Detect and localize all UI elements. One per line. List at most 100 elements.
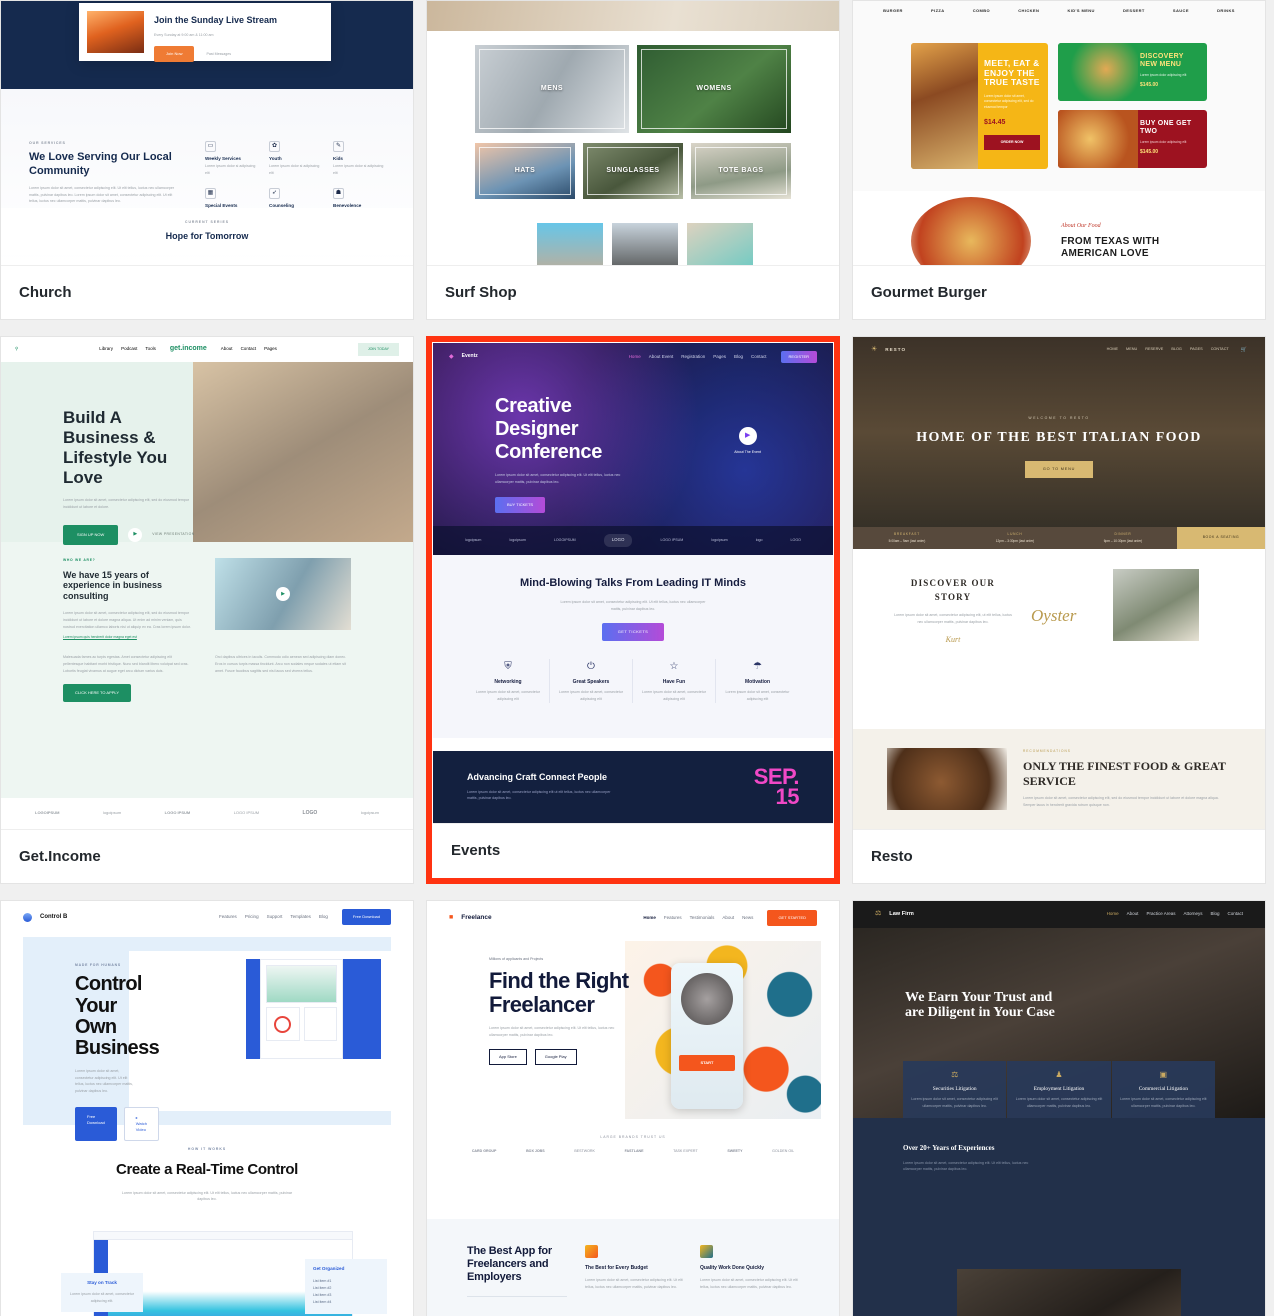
template-preview-law-firm[interactable]: ⚖ Law Firm Home About Practice Areas Att… [853,901,1265,1316]
template-card-freelance[interactable]: ■ Freelance Home Features Testimonials A… [426,900,840,1316]
burger-nav-item[interactable]: KID'S MENU [1067,8,1094,14]
burger-nav-item[interactable]: DESSERT [1123,8,1145,14]
resto-nav-item[interactable]: CONTACT [1211,347,1229,353]
events-feature[interactable]: ⏻ Great Speakers Lorem ipsum dolor sit a… [550,658,633,703]
events-buy-tickets-button[interactable]: BUY TICKETS [495,497,546,514]
events-nav-item[interactable]: Registration [681,354,705,361]
template-card-church[interactable]: OUR SERVICES We Love Serving Our Local C… [0,0,414,320]
freelance-nav-item[interactable]: Home [643,915,656,922]
burger-nav-item[interactable]: DRINKS [1217,8,1235,14]
lawfirm-category[interactable]: ⚖ Securities Litigation Lorem ipsum dolo… [903,1060,1007,1118]
template-preview-events[interactable]: ◆ Eventz Home About Event Registration P… [433,343,833,823]
resto-nav-item[interactable]: MENU [1126,347,1137,353]
resto-nav-item[interactable]: RESERVE [1145,347,1163,353]
surf-category-tile[interactable]: MENS [475,45,629,133]
freelance-google-play-button[interactable]: Google Play [534,1048,577,1065]
events-feature[interactable]: ☆ Have Fun Lorem ipsum dolor sit amet, c… [633,658,716,703]
events-nav-item[interactable]: Home [629,354,641,361]
getincome-inline-link[interactable]: Lorem ipsum quis hendrerit dolor magna e… [63,635,193,640]
burger-nav[interactable]: BURGER PIZZA COMBO CHICKEN KID'S MENU DE… [853,1,1265,21]
lawfirm-category[interactable]: ♟ Employment Litigation Lorem ipsum dolo… [1007,1060,1111,1118]
getincome-video-link[interactable]: VIEW PRESENTATION [152,532,194,537]
template-preview-get-income[interactable]: ⚲ Library Podcast Tools get.income About… [1,337,413,829]
burger-nav-item[interactable]: CHICKEN [1018,8,1039,14]
getincome-nav-item[interactable]: Tools [145,346,156,353]
play-icon[interactable]: ▶ [276,587,290,602]
getincome-nav-item[interactable]: About [221,346,233,353]
surf-category-tile[interactable]: TOTE BAGS [691,143,791,199]
surf-gallery-image[interactable] [612,223,678,265]
events-nav-item[interactable]: Contact [751,354,767,361]
controlb-nav-item[interactable]: Features [219,914,237,921]
template-card-law-firm[interactable]: ⚖ Law Firm Home About Practice Areas Att… [852,900,1266,1316]
surf-category-tile[interactable]: HATS [475,143,575,199]
burger-nav-item[interactable]: PIZZA [931,8,945,14]
template-card-resto[interactable]: ☀ RESTO HOME MENU RESERVE BLOG PAGES CON… [852,336,1266,884]
burger-promo-card[interactable]: DISCOVERY NEW MENU Lorem ipsum dolor adi… [1058,43,1207,101]
events-feature[interactable]: ⛨ Networking Lorem ipsum dolor sit amet,… [467,658,550,703]
template-preview-church[interactable]: OUR SERVICES We Love Serving Our Local C… [1,1,413,265]
controlb-nav-item[interactable]: Templates [290,914,311,921]
template-card-control-b[interactable]: Control B Features Pricing Support Templ… [0,900,414,1316]
getincome-join-today-button[interactable]: JOIN TODAY [357,343,400,357]
lawfirm-nav-item[interactable]: About [1127,911,1139,918]
church-past-messages-link[interactable]: Past Messages [206,51,231,58]
lawfirm-category[interactable]: ▣ Commercial Litigation Lorem ipsum dolo… [1111,1060,1215,1118]
controlb-nav-item[interactable]: Blog [319,914,328,921]
lawfirm-nav-item[interactable]: Practice Areas [1146,911,1175,918]
freelance-app-store-button[interactable]: App Store [489,1048,527,1065]
burger-promo-card[interactable]: MEET, EAT & ENJOY THE TRUE TASTE Lorem i… [911,43,1048,169]
resto-nav-item[interactable]: BLOG [1171,347,1182,353]
template-card-events[interactable]: ◆ Eventz Home About Event Registration P… [426,336,840,884]
burger-nav-item[interactable]: COMBO [973,8,990,14]
template-preview-gourmet-burger[interactable]: BURGER PIZZA COMBO CHICKEN KID'S MENU DE… [853,1,1265,265]
events-nav-item[interactable]: Pages [713,354,726,361]
freelance-nav-item[interactable]: Testimonials [690,915,715,922]
template-preview-freelance[interactable]: ■ Freelance Home Features Testimonials A… [427,901,839,1316]
lawfirm-nav-item[interactable]: Attorneys [1183,911,1202,918]
getincome-apply-button[interactable]: CLICK HERE TO APPLY [63,684,132,703]
church-join-now-button[interactable]: Join Now [154,46,195,63]
lawfirm-nav-item[interactable]: Contact [1227,911,1243,918]
events-feature[interactable]: ☂ Motivation Lorem ipsum dolor sit amet,… [716,659,799,703]
surf-category-tile[interactable]: WOMENS [637,45,791,133]
template-card-gourmet-burger[interactable]: BURGER PIZZA COMBO CHICKEN KID'S MENU DE… [852,0,1266,320]
resto-book-seating-button[interactable]: BOOK A SEATING [1177,527,1265,549]
getincome-nav-item[interactable]: Pages [264,346,277,353]
church-live-stream-popup[interactable]: Join the Sunday Live Stream Every Sunday… [79,3,331,63]
template-preview-surf-shop[interactable]: MENS WOMENS HATS SUNGLASSES TOTE BAGS [427,1,839,265]
controlb-nav[interactable]: Control B Features Pricing Support Templ… [1,901,413,933]
getincome-nav[interactable]: ⚲ Library Podcast Tools get.income About… [1,337,413,363]
church-service[interactable]: ✿ Youth Lorem ipsum dolor si adipiscing … [269,141,321,184]
church-service[interactable]: ▭ Weekly Services Lorem ipsum dolor si a… [205,141,257,184]
controlb-watch-video-button[interactable]: ▸ Watch Video [123,1106,159,1141]
resto-nav-item[interactable]: HOME [1107,347,1118,353]
controlb-nav-item[interactable]: Support [267,914,283,921]
resto-nav[interactable]: ☀ RESTO HOME MENU RESERVE BLOG PAGES CON… [853,337,1265,364]
search-icon[interactable]: ⚲ [15,346,18,353]
resto-nav-item[interactable]: PAGES [1190,347,1203,353]
burger-nav-item[interactable]: SAUCE [1173,8,1189,14]
freelance-start-button[interactable]: START [679,1055,735,1071]
template-card-surf-shop[interactable]: MENS WOMENS HATS SUNGLASSES TOTE BAGS Su… [426,0,840,320]
cart-icon[interactable]: 🛒 [1241,347,1247,355]
template-preview-resto[interactable]: ☀ RESTO HOME MENU RESERVE BLOG PAGES CON… [853,337,1265,829]
events-nav-item[interactable]: About Event [649,354,674,361]
surf-category-tile[interactable]: SUNGLASSES [583,143,683,199]
getincome-signup-button[interactable]: SIGN UP NOW [63,524,119,545]
controlb-free-download-button[interactable]: Free Download [75,1106,117,1141]
surf-gallery-image[interactable] [687,223,753,265]
burger-nav-item[interactable]: BURGER [883,8,903,14]
events-get-tickets-button[interactable]: GET TICKETS [601,622,665,641]
freelance-nav-item[interactable]: News [742,915,753,922]
controlb-nav-item[interactable]: Pricing [245,914,259,921]
getincome-nav-item[interactable]: Library [99,346,113,353]
burger-promo-card[interactable]: BUY ONE GET TWO Lorem ipsum dolor adipis… [1058,110,1207,168]
events-register-button[interactable]: REGISTER [780,351,817,363]
play-icon[interactable]: ▶ [128,527,143,542]
freelance-get-started-button[interactable]: GET STARTED [767,910,817,926]
lawfirm-nav[interactable]: ⚖ Law Firm Home About Practice Areas Att… [853,901,1265,928]
burger-order-now-button[interactable]: ORDER NOW [984,134,1040,151]
getincome-nav-item[interactable]: Contact [241,346,257,353]
freelance-nav-item[interactable]: Features [664,915,682,922]
